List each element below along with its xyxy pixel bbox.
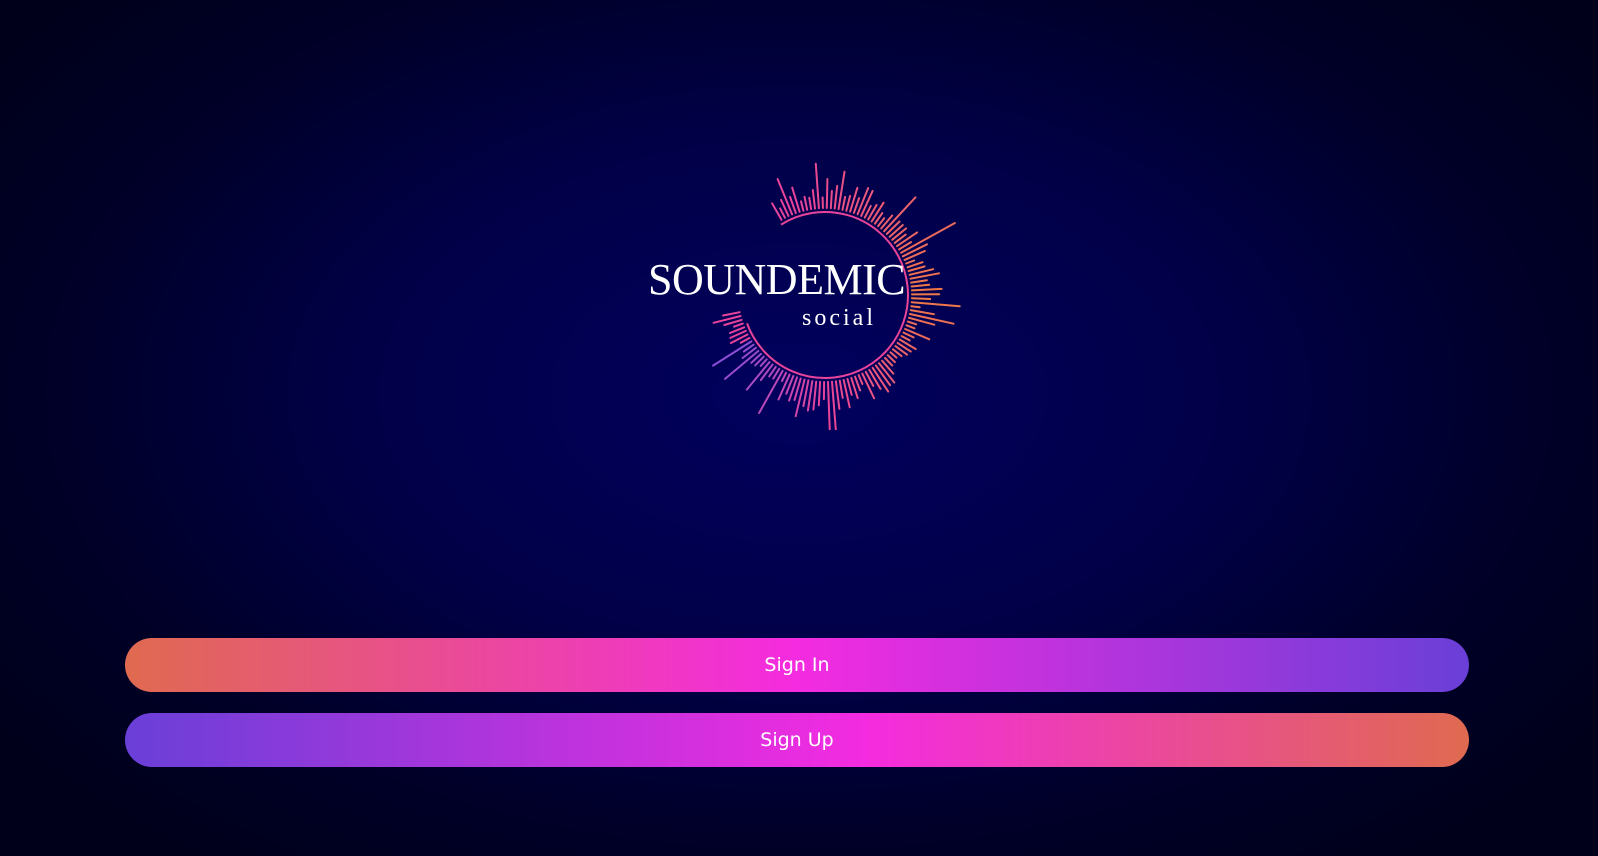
wave-bar (898, 338, 917, 351)
wave-bar (771, 202, 783, 221)
wave-bar (833, 184, 839, 210)
wave-bar (909, 309, 935, 316)
wave-bar (888, 224, 904, 238)
wave-bar (910, 305, 921, 309)
wave-bar (838, 379, 844, 399)
wave-bar (812, 380, 818, 411)
wave-bar (903, 250, 926, 261)
wave-bar (910, 301, 961, 308)
wave-bar (905, 324, 916, 330)
wave-bar (779, 207, 786, 219)
wave-bar (733, 322, 744, 328)
wave-bar (806, 380, 814, 412)
wave-bar (891, 227, 908, 241)
app-logo: SOUNDEMIC social (620, 150, 980, 430)
wave-bar (910, 287, 943, 292)
wave-bar (834, 380, 841, 410)
wave-bar (845, 194, 852, 212)
wave-bar (883, 196, 917, 233)
wave-bar (880, 214, 894, 230)
wave-bar (881, 359, 895, 375)
wave-bar (889, 351, 898, 359)
sign-up-button[interactable]: Sign Up (125, 713, 1469, 767)
wave-bar (902, 331, 915, 339)
wave-bar (906, 320, 918, 326)
wave-bar (811, 189, 816, 210)
wave-bar (910, 297, 932, 300)
wave-bar (831, 380, 837, 430)
wave-bar (808, 196, 813, 211)
sign-in-button[interactable]: Sign In (125, 638, 1469, 692)
logo-title: SOUNDEMIC (648, 255, 906, 304)
wave-bar (722, 311, 741, 317)
wave-bar (905, 259, 916, 265)
wave-bar (846, 378, 853, 396)
wave-bar (857, 374, 864, 385)
wave-bar (759, 358, 768, 367)
wave-bar (745, 361, 771, 391)
wave-bar (829, 190, 833, 210)
wave-bar (794, 378, 806, 418)
wave-bar (741, 346, 757, 359)
wave-bar (910, 283, 931, 288)
wave-bar (803, 195, 809, 211)
wave-bar (900, 335, 911, 342)
wave-bar (739, 337, 751, 344)
wave-bar (827, 380, 831, 430)
wave-bar (817, 380, 822, 407)
wave-bar (841, 195, 847, 211)
logo-subtitle: social (802, 305, 876, 331)
wave-bar (885, 220, 901, 235)
wave-bar (781, 371, 787, 382)
wave-bar (825, 178, 829, 209)
wave-bar (910, 279, 928, 284)
wave-bar (814, 162, 820, 210)
wave-bar (800, 200, 805, 212)
